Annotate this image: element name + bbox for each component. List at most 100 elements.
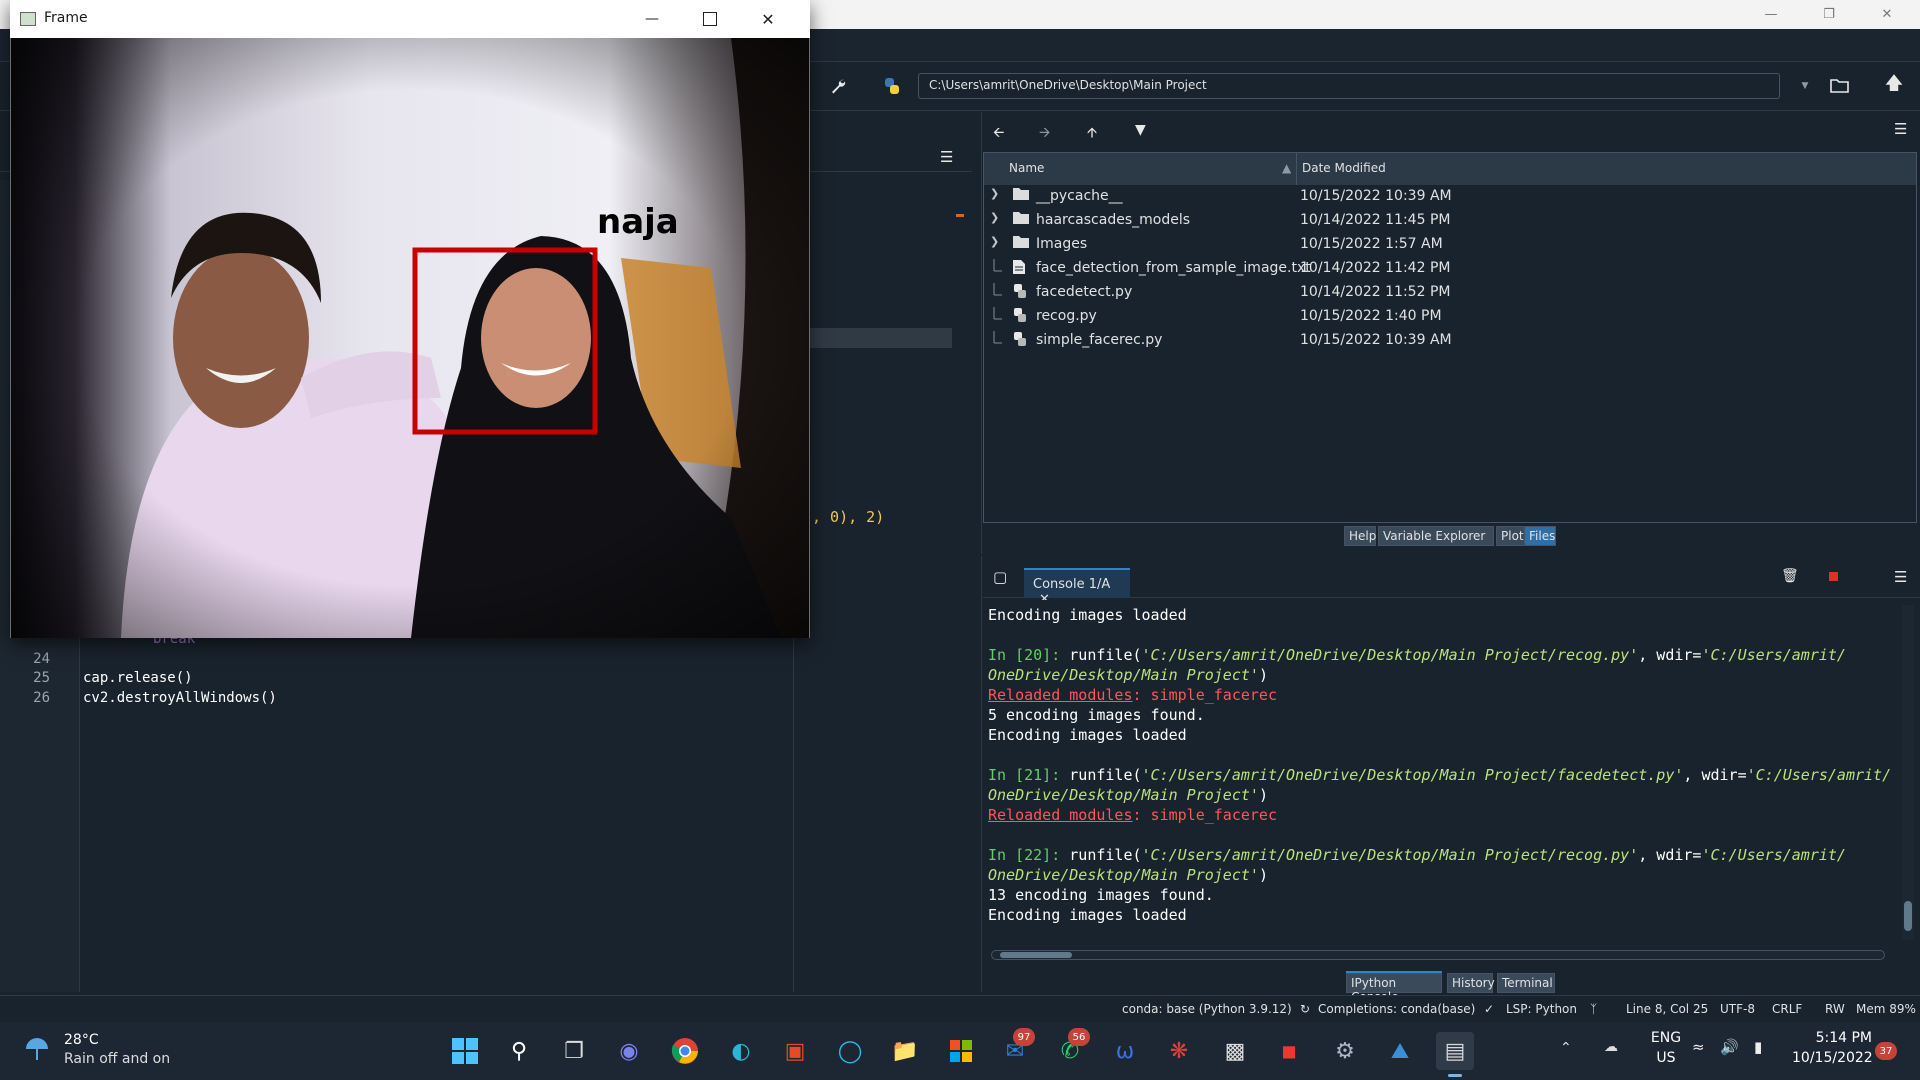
cortana-icon[interactable]: ◯: [831, 1032, 869, 1070]
settings-gear-icon[interactable]: ⚙: [1326, 1032, 1364, 1070]
file-row[interactable]: ❯ __pycache__ 10/15/2022 10:39 AM: [984, 185, 1916, 209]
file-row[interactable]: ❯ Images 10/15/2022 1:57 AM: [984, 233, 1916, 257]
tab-history[interactable]: History: [1447, 973, 1495, 993]
camera-frame: naja: [11, 38, 809, 638]
weather-rain-icon[interactable]: [22, 1034, 52, 1064]
trash-icon[interactable]: 🗑: [1781, 568, 1799, 584]
chat-icon[interactable]: ◉: [610, 1032, 648, 1070]
task-view-icon[interactable]: ❐: [555, 1032, 593, 1070]
onedrive-offline-icon[interactable]: ☁: [1604, 1039, 1618, 1055]
tab-ipython-console[interactable]: IPython Console: [1346, 973, 1442, 1004]
console-line: OneDrive/Desktop/Main Project'): [988, 866, 1268, 884]
notification-badge[interactable]: 37: [1875, 1042, 1897, 1060]
browse-tabs-icon[interactable]: ▢: [993, 568, 1007, 586]
warning-marker: [956, 214, 964, 217]
reloaded-modules-link[interactable]: Reloaded modules: [988, 686, 1133, 704]
spyder-taskbar-icon[interactable]: ▤: [1436, 1032, 1474, 1070]
restore-icon[interactable]: ❐: [1800, 0, 1858, 29]
chrome-icon[interactable]: [666, 1032, 704, 1070]
stop-icon[interactable]: [1829, 572, 1838, 581]
files-toolbar: 🡨 🡪 🡩 ▼ ☰: [983, 112, 1920, 150]
wrench-icon[interactable]: [824, 72, 852, 100]
photos-icon[interactable]: ⛰: [1381, 1032, 1419, 1070]
scrollbar-thumb[interactable]: [1904, 901, 1912, 931]
code-line[interactable]: cap.release(): [83, 670, 193, 686]
column-name[interactable]: Name: [1009, 161, 1044, 175]
weather-desc[interactable]: Rain off and on: [64, 1051, 170, 1067]
whatsapp-badge: 56: [1068, 1028, 1090, 1046]
file-row[interactable]: simple_facerec.py 10/15/2022 10:39 AM: [984, 329, 1916, 353]
file-name: Images: [1036, 236, 1088, 252]
search-icon[interactable]: ⚲: [500, 1032, 538, 1070]
wifi-icon[interactable]: ≈: [1692, 1038, 1705, 1056]
forward-arrow-icon[interactable]: 🡪: [1039, 122, 1050, 146]
weather-temp[interactable]: 28°C: [64, 1032, 99, 1048]
tab-console-1a[interactable]: Console 1/A ✕: [1024, 568, 1130, 607]
chevron-up-icon[interactable]: ⌃: [1560, 1040, 1572, 1056]
file-date: 10/14/2022 11:45 PM: [1300, 212, 1451, 228]
app-red-icon[interactable]: ◾: [1270, 1032, 1308, 1070]
file-row[interactable]: ❯ haarcascades_models 10/14/2022 11:45 PM: [984, 209, 1916, 233]
chevron-down-icon[interactable]: ▼: [1798, 73, 1812, 99]
terminal-icon[interactable]: ▩: [1216, 1032, 1254, 1070]
code-fragment: , 0), 2): [812, 508, 885, 526]
chevron-right-icon[interactable]: ❯: [990, 187, 1004, 200]
code-line[interactable]: cv2.destroyAllWindows(): [83, 690, 277, 706]
column-date-modified[interactable]: Date Modified: [1302, 161, 1386, 175]
status-bar: conda: base (Python 3.9.12) ↻ Completion…: [0, 995, 1920, 1022]
status-completions: Completions: conda(base): [1318, 1002, 1476, 1016]
battery-icon[interactable]: ▮: [1754, 1038, 1762, 1056]
file-date: 10/14/2022 11:52 PM: [1300, 284, 1451, 300]
file-row[interactable]: facedetect.py 10/14/2022 11:52 PM: [984, 281, 1916, 305]
maximize-icon[interactable]: [690, 6, 730, 32]
file-row[interactable]: face_detection_from_sample_image.txt 10/1…: [984, 257, 1916, 281]
reloaded-modules-link[interactable]: Reloaded modules: [988, 806, 1133, 824]
scrollbar-thumb[interactable]: [1000, 952, 1072, 958]
folder-open-icon[interactable]: [1826, 72, 1854, 100]
python-icon[interactable]: [878, 72, 906, 100]
office-icon[interactable]: ▣: [776, 1032, 814, 1070]
anaconda-icon[interactable]: ❋: [1160, 1032, 1198, 1070]
language-1[interactable]: ENG: [1648, 1030, 1684, 1046]
file-date: 10/14/2022 11:42 PM: [1300, 260, 1451, 276]
tab-help[interactable]: Help: [1344, 526, 1376, 546]
app-w-icon[interactable]: ω: [1106, 1032, 1144, 1070]
volume-icon[interactable]: 🔊: [1720, 1038, 1739, 1056]
tab-terminal[interactable]: Terminal: [1497, 973, 1555, 993]
language-2[interactable]: US: [1648, 1050, 1684, 1066]
parent-directory-icon[interactable]: 🡅: [1880, 72, 1908, 100]
edge-icon[interactable]: ◐: [722, 1032, 760, 1070]
tab-variable-explorer[interactable]: Variable Explorer: [1378, 526, 1494, 546]
file-date: 10/15/2022 10:39 AM: [1300, 332, 1452, 348]
minimize-icon[interactable]: —: [632, 6, 672, 32]
file-explorer-icon[interactable]: 📁: [886, 1032, 924, 1070]
minimize-icon[interactable]: —: [1742, 0, 1800, 29]
store-icon[interactable]: [942, 1032, 980, 1070]
tab-files[interactable]: Files: [1524, 526, 1556, 546]
status-cursor-position: Line 8, Col 25: [1626, 1002, 1709, 1016]
chevron-right-icon[interactable]: ❯: [990, 235, 1004, 248]
status-conda: conda: base (Python 3.9.12): [1122, 1002, 1292, 1016]
close-icon[interactable]: ✕: [748, 6, 788, 32]
chevron-right-icon[interactable]: ❯: [990, 211, 1004, 224]
console-line: In [22]: runfile('C:/Users/amrit/OneDriv…: [988, 846, 1846, 864]
frame-titlebar[interactable]: Frame — ✕: [10, 0, 810, 38]
working-directory-input[interactable]: C:\Users\amrit\OneDrive\Desktop\Main Pro…: [918, 73, 1780, 99]
files-options-icon[interactable]: ☰: [1894, 120, 1907, 138]
editor-options-icon[interactable]: ☰: [940, 148, 953, 166]
clock-date[interactable]: 10/15/2022: [1792, 1050, 1873, 1066]
frame-title: Frame: [44, 10, 88, 26]
console-prompt: In [21]:: [988, 766, 1061, 784]
close-icon[interactable]: ✕: [1858, 0, 1916, 29]
text-file-icon: [1012, 259, 1030, 279]
filter-icon[interactable]: ▼: [1135, 122, 1146, 138]
line-number: 26: [33, 690, 50, 706]
file-row[interactable]: recog.py 10/15/2022 1:40 PM: [984, 305, 1916, 329]
start-icon[interactable]: [446, 1032, 484, 1070]
clock-time[interactable]: 5:14 PM: [1792, 1030, 1872, 1046]
console-options-icon[interactable]: ☰: [1894, 568, 1907, 586]
console-scrollbar-vertical[interactable]: [1902, 605, 1914, 940]
back-arrow-icon[interactable]: 🡨: [993, 122, 1004, 146]
up-arrow-icon[interactable]: 🡩: [1087, 122, 1097, 146]
console-scrollbar-horizontal[interactable]: [991, 950, 1885, 960]
